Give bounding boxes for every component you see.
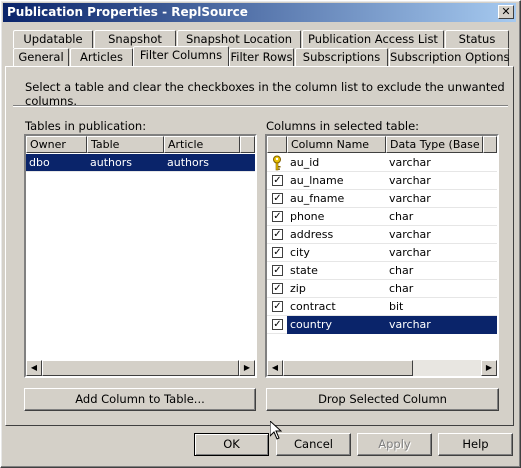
column-include-checkbox[interactable]: ✓ — [272, 301, 283, 312]
column-include-checkbox[interactable]: ✓ — [272, 229, 283, 240]
column-header-filler — [483, 136, 497, 153]
tab-filter-columns[interactable]: Filter Columns — [133, 46, 229, 66]
columns-label: Columns in selected table: — [266, 119, 420, 133]
table-row[interactable]: ✓ city varchar — [267, 244, 497, 262]
cell-column-name: address — [290, 228, 334, 241]
cell-data-type: varchar — [386, 316, 497, 334]
cell-column-name: phone — [290, 210, 325, 223]
tab-publication-access-list[interactable]: Publication Access List — [302, 30, 444, 48]
scroll-right-icon[interactable]: ▶ — [481, 360, 497, 376]
help-button[interactable]: Help — [438, 433, 513, 456]
add-column-button[interactable]: Add Column to Table... — [24, 388, 256, 411]
scroll-right-icon[interactable]: ▶ — [239, 360, 255, 376]
separator — [13, 105, 508, 107]
table-row[interactable]: ✓ contract bit — [267, 298, 497, 316]
cell-data-type: varchar — [389, 156, 431, 169]
tab-general[interactable]: General — [13, 48, 69, 66]
scroll-thumb[interactable] — [42, 360, 239, 376]
column-include-checkbox[interactable]: ✓ — [272, 265, 283, 276]
cell-column-name: city — [290, 246, 310, 259]
table-row[interactable]: au_id varchar — [267, 154, 497, 172]
tab-subscriptions[interactable]: Subscriptions — [295, 48, 388, 66]
window-title: Publication Properties - ReplSource — [7, 5, 248, 19]
table-row[interactable]: ✓ state char — [267, 262, 497, 280]
table-row[interactable]: ✓ address varchar — [267, 226, 497, 244]
table-row[interactable]: ✓ zip char — [267, 280, 497, 298]
column-header-table[interactable]: Table — [87, 136, 164, 153]
scroll-thumb[interactable] — [283, 360, 413, 376]
cell-column-name: au_fname — [290, 192, 345, 205]
cell-table: authors — [90, 156, 132, 169]
title-bar: Publication Properties - ReplSource ✕ — [3, 3, 516, 22]
scroll-left-icon[interactable]: ◀ — [26, 360, 42, 376]
cell-column-name: state — [290, 264, 318, 277]
scroll-left-icon[interactable]: ◀ — [267, 360, 283, 376]
tab-filter-rows[interactable]: Filter Rows — [229, 48, 294, 66]
cancel-button[interactable]: Cancel — [276, 433, 351, 456]
column-header-filler — [240, 136, 255, 153]
key-icon — [273, 155, 281, 171]
column-header-article[interactable]: Article — [164, 136, 240, 153]
mouse-cursor-icon — [270, 421, 282, 440]
cell-data-type: varchar — [389, 192, 431, 205]
column-header-column-name[interactable]: Column Name — [287, 136, 386, 153]
table-row[interactable]: dbo authors authors — [26, 154, 255, 172]
cell-column-name: au_id — [290, 156, 320, 169]
cell-data-type: char — [389, 264, 414, 277]
cell-owner: dbo — [29, 156, 50, 169]
table-row[interactable]: ✓ au_lname varchar — [267, 172, 497, 190]
cell-column-name: zip — [290, 282, 306, 295]
cell-data-type: varchar — [389, 228, 431, 241]
columns-grid[interactable]: Column Name Data Type (Base ... au_idvar… — [265, 134, 499, 378]
cell-column-name: au_lname — [290, 174, 344, 187]
column-header-check — [267, 136, 287, 153]
horizontal-scrollbar[interactable]: ◀ ▶ — [267, 360, 497, 376]
column-include-checkbox[interactable]: ✓ — [272, 193, 283, 204]
table-row[interactable]: ✓ au_fname varchar — [267, 190, 497, 208]
table-row[interactable]: ✓ phone char — [267, 208, 497, 226]
drop-column-button[interactable]: Drop Selected Column — [266, 388, 499, 411]
cell-data-type: bit — [389, 300, 404, 313]
column-include-checkbox[interactable]: ✓ — [272, 283, 283, 294]
tables-label: Tables in publication: — [25, 119, 147, 133]
tables-listview[interactable]: Owner Table Article dbo authors authors … — [24, 134, 257, 378]
close-icon[interactable]: ✕ — [501, 5, 510, 18]
cell-column-name: country — [287, 316, 386, 334]
tab-articles[interactable]: Articles — [70, 48, 133, 66]
column-include-checkbox[interactable]: ✓ — [272, 247, 283, 258]
cell-data-type: varchar — [389, 246, 431, 259]
instruction-text: Select a table and clear the checkboxes … — [25, 80, 505, 108]
cell-data-type: char — [389, 210, 414, 223]
cell-data-type: varchar — [389, 174, 431, 187]
table-row[interactable]: ✓ country varchar — [267, 316, 497, 334]
column-header-data-type[interactable]: Data Type (Base ... — [386, 136, 483, 153]
cell-column-name: contract — [290, 300, 336, 313]
tab-status[interactable]: Status — [445, 30, 509, 48]
column-header-owner[interactable]: Owner — [26, 136, 87, 153]
cell-article: authors — [167, 156, 209, 169]
cell-data-type: char — [389, 282, 414, 295]
close-button[interactable]: ✕ — [498, 5, 514, 19]
horizontal-scrollbar[interactable]: ◀ ▶ — [26, 360, 255, 376]
tab-subscription-options[interactable]: Subscription Options — [389, 48, 509, 66]
column-include-checkbox[interactable]: ✓ — [272, 319, 283, 330]
tab-updatable[interactable]: Updatable — [13, 30, 93, 48]
column-include-checkbox[interactable]: ✓ — [272, 175, 283, 186]
ok-button[interactable]: OK — [194, 433, 269, 456]
apply-button[interactable]: Apply — [357, 433, 432, 456]
column-include-checkbox[interactable]: ✓ — [272, 211, 283, 222]
